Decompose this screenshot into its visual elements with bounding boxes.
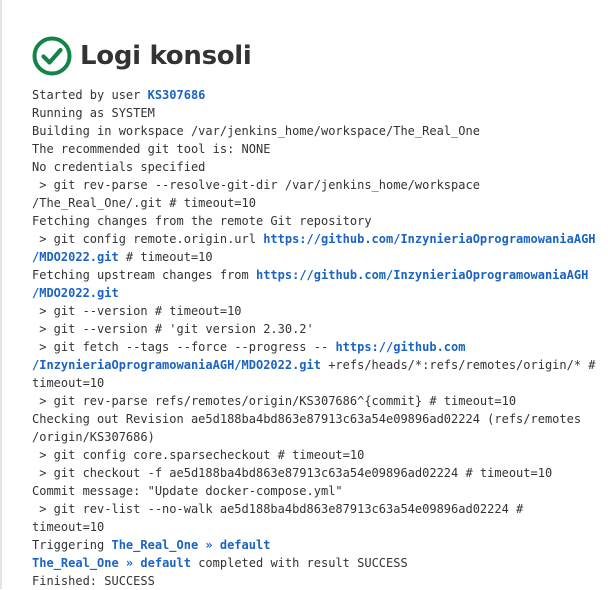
console-line: /The_Real_One/.git # timeout=10 xyxy=(32,194,606,212)
console-text: The recommended git tool is: NONE xyxy=(32,142,271,156)
console-line: > git config remote.origin.url https://g… xyxy=(32,230,606,248)
console-line: Checking out Revision ae5d188ba4bd863e87… xyxy=(32,410,606,428)
console-line: > git --version # 'git version 2.30.2' xyxy=(32,320,606,338)
console-text: > git --version # timeout=10 xyxy=(32,304,242,318)
job-link[interactable]: default xyxy=(140,556,191,570)
console-text: Running as SYSTEM xyxy=(32,106,155,120)
console-text: > git rev-parse --resolve-git-dir /var/j… xyxy=(32,178,480,192)
console-text: Checking out Revision ae5d188ba4bd863e87… xyxy=(32,412,582,426)
console-text: > git config core.sparsecheckout # timeo… xyxy=(32,448,365,462)
console-line: /MDO2022.git xyxy=(32,284,606,302)
console-line: > git checkout -f ae5d188ba4bd863e87913c… xyxy=(32,464,606,482)
console-line: Triggering The_Real_One » default xyxy=(32,536,606,554)
console-line: Fetching upstream changes from https://g… xyxy=(32,266,606,284)
console-text: Started by user xyxy=(32,88,148,102)
console-text: > git fetch --tags --force --progress -- xyxy=(32,340,336,354)
console-output: Started by user KS307686 Running as SYSTE… xyxy=(32,86,606,590)
console-text: Commit message: "Update docker-compose.y… xyxy=(32,484,343,498)
console-text: /The_Real_One/.git # timeout=10 xyxy=(32,196,256,210)
console-line: timeout=10 xyxy=(32,518,606,536)
console-line: Started by user KS307686 xyxy=(32,86,606,104)
console-line: The recommended git tool is: NONE xyxy=(32,140,606,158)
console-line: > git config core.sparsecheckout # timeo… xyxy=(32,446,606,464)
console-line: > git rev-parse refs/remotes/origin/KS30… xyxy=(32,392,606,410)
console-text: Fetching changes from the remote Git rep… xyxy=(32,214,372,228)
console-line: /MDO2022.git # timeout=10 xyxy=(32,248,606,266)
console-line: Building in workspace /var/jenkins_home/… xyxy=(32,122,606,140)
console-line: Running as SYSTEM xyxy=(32,104,606,122)
console-line: Commit message: "Update docker-compose.y… xyxy=(32,482,606,500)
console-text: No credentials specified xyxy=(32,160,206,174)
console-line: > git fetch --tags --force --progress --… xyxy=(32,338,606,356)
repo-link[interactable]: https://github.com/InzynieriaOprogramowa… xyxy=(263,232,595,246)
console-line: > git rev-list --no-walk ae5d188ba4bd863… xyxy=(32,500,606,518)
console-text: +refs/heads/*:refs/remotes/origin/* # xyxy=(320,358,596,372)
job-link[interactable]: The_Real_One » default xyxy=(111,538,270,552)
repo-link[interactable]: /InzynieriaOprogramowaniaAGH/MDO2022.git xyxy=(32,358,321,372)
console-line: /InzynieriaOprogramowaniaAGH/MDO2022.git… xyxy=(32,356,606,374)
console-line: No credentials specified xyxy=(32,158,606,176)
console-text: timeout=10 xyxy=(32,376,105,390)
repo-link[interactable]: /MDO2022.git xyxy=(32,250,119,264)
job-link[interactable]: The_Real_One xyxy=(32,556,119,570)
console-line: > git rev-parse --resolve-git-dir /var/j… xyxy=(32,176,606,194)
console-line: timeout=10 xyxy=(32,374,606,392)
user-link[interactable]: KS307686 xyxy=(148,88,206,102)
console-line: /origin/KS307686) xyxy=(32,428,606,446)
console-text: Triggering xyxy=(32,538,112,552)
page-title: Logi konsoli xyxy=(80,41,252,71)
console-text: timeout=10 xyxy=(32,520,105,534)
console-text: > git checkout -f ae5d188ba4bd863e87913c… xyxy=(32,466,553,480)
console-text: > git rev-list --no-walk ae5d188ba4bd863… xyxy=(32,502,524,516)
console-line: Finished: SUCCESS xyxy=(32,572,606,590)
console-text: Finished: SUCCESS xyxy=(32,574,155,588)
console-text: /origin/KS307686) xyxy=(32,430,155,444)
console-line: The_Real_One » default completed with re… xyxy=(32,554,606,572)
success-check-icon xyxy=(32,36,72,76)
page-left-border xyxy=(0,0,2,589)
job-link-separator[interactable]: » xyxy=(119,556,141,570)
console-text: completed with result SUCCESS xyxy=(190,556,408,570)
console-text: > git config remote.origin.url xyxy=(32,232,264,246)
console-text: # timeout=10 xyxy=(118,250,213,264)
repo-link[interactable]: /MDO2022.git xyxy=(32,286,119,300)
repo-link[interactable]: https://github.com/InzynieriaOprogramowa… xyxy=(256,268,588,282)
console-text: Building in workspace /var/jenkins_home/… xyxy=(32,124,480,138)
page-header: Logi konsoli xyxy=(32,36,252,76)
console-text: Fetching upstream changes from xyxy=(32,268,256,282)
console-line: Fetching changes from the remote Git rep… xyxy=(32,212,606,230)
repo-link[interactable]: https://github.com xyxy=(335,340,465,354)
console-line: > git --version # timeout=10 xyxy=(32,302,606,320)
console-text: > git --version # 'git version 2.30.2' xyxy=(32,322,314,336)
console-text: > git rev-parse refs/remotes/origin/KS30… xyxy=(32,394,517,408)
